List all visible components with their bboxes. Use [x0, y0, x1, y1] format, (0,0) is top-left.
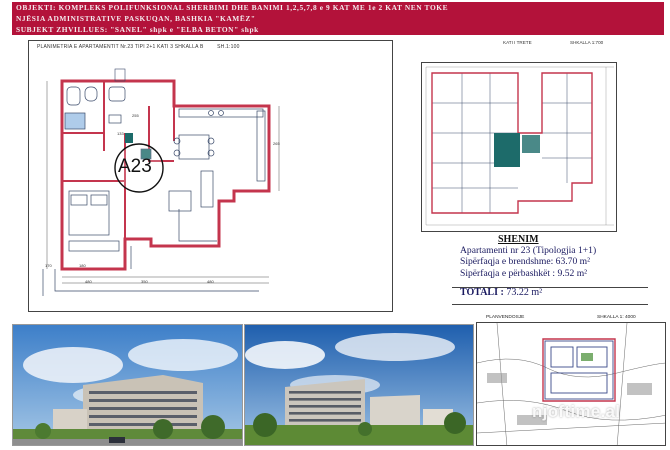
header-unit-line: NJËSIA ADMINISTRATIVE PASKUQAN, BASHKIA … — [16, 14, 256, 23]
internal-area-value: 63.70 m² — [555, 256, 590, 268]
floor-plan-drawing — [425, 66, 614, 226]
shared-area-label: Sipërfaqja e përbashkët : — [460, 267, 556, 279]
area-summary-note: SHENIM Apartamenti nr 23 (Tipologjia 1+1… — [460, 234, 660, 298]
total-area-line: TOTALI : 73.22 m² — [460, 287, 660, 298]
dimension-label: 255 — [132, 113, 139, 118]
apartment-type-line: Apartamenti nr 23 (Tipologjia 1+1) — [460, 245, 597, 256]
dimension-label: 170 — [45, 263, 52, 268]
render-photo-center — [244, 324, 474, 446]
site-plan-drawing — [477, 323, 665, 445]
internal-area-label: Sipërfaqja e brendshme: — [460, 256, 554, 268]
site-plan-caption-scale: SHKALLA 1: 4000 — [597, 315, 636, 320]
render-photo-left — [12, 324, 243, 446]
dimension-label: 133 — [117, 131, 124, 136]
shared-area-value: 9.52 m² — [557, 267, 588, 279]
note-title: SHENIM — [498, 234, 539, 245]
site-plan-caption-title: PLANVENDOSJE — [486, 315, 525, 320]
dimension-label: 350 — [141, 279, 148, 284]
apartment-floor-plan-drawing — [42, 68, 280, 296]
dimension-label: 265 — [273, 141, 280, 146]
apartment-label: A23 — [118, 156, 152, 177]
shared-area-line: Sipërfaqja e përbashkët : 9.52 m² — [460, 268, 660, 279]
floor-plan-panel — [421, 62, 617, 232]
internal-area-line: Sipërfaqja e brendshme: 63.70 m² — [460, 256, 660, 267]
floor-plan-caption-scale: SHKALLA 1:700 — [570, 40, 604, 45]
project-header: OBJEKTI: KOMPLEKS POLIFUNKSIONAL SHERBIM… — [12, 2, 664, 35]
total-value: 73.22 m² — [506, 286, 543, 298]
floor-plan-caption-title: KATI I TRETE — [503, 40, 532, 45]
header-developer-line: SUBJEKT ZHVILLUES: "SANEL" shpk e "ELBA … — [16, 25, 259, 34]
building-render-image — [13, 325, 242, 445]
header-project-line: OBJEKTI: KOMPLEKS POLIFUNKSIONAL SHERBIM… — [16, 3, 449, 12]
dimension-label: 480 — [85, 279, 92, 284]
note-separator — [452, 304, 648, 305]
dimension-label: 480 — [207, 279, 214, 284]
building-render-image — [245, 325, 473, 445]
note-separator — [452, 287, 648, 288]
watermark-text: njoftime.al — [532, 402, 621, 421]
total-label: TOTALI : — [460, 286, 504, 298]
site-plan-panel — [476, 322, 666, 446]
dimension-label: 180 — [79, 263, 86, 268]
apartment-plan-panel: PLANIMETRIA E APARTAMENTIT Nr.23 TIPI 2+… — [28, 40, 393, 312]
